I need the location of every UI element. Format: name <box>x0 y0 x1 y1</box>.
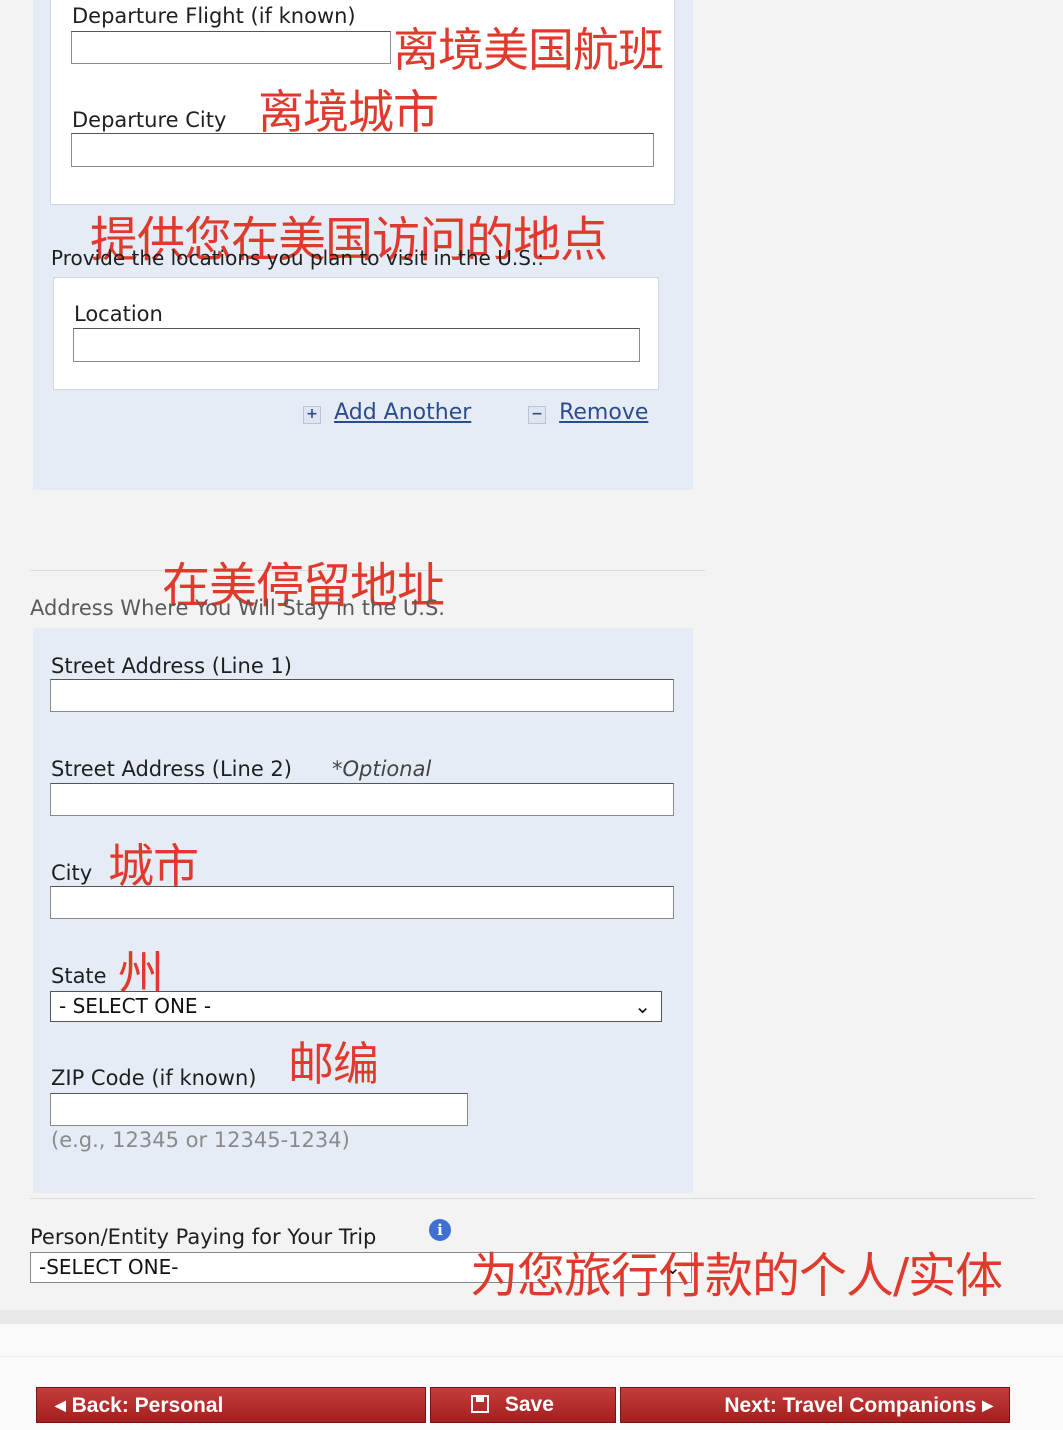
state-label: State <box>51 964 107 988</box>
payer-divider <box>30 1198 1035 1199</box>
payer-label: Person/Entity Paying for Your Trip <box>30 1225 377 1249</box>
location-label: Location <box>74 302 163 326</box>
street1-label: Street Address (Line 1) <box>51 654 292 678</box>
info-icon[interactable]: i <box>429 1219 451 1241</box>
zip-label: ZIP Code (if known) <box>51 1066 257 1090</box>
zip-hint: (e.g., 12345 or 12345-1234) <box>51 1128 350 1152</box>
save-button-label: Save <box>504 1393 554 1416</box>
departure-city-label: Departure City <box>72 108 227 132</box>
street2-label: Street Address (Line 2) <box>51 757 292 781</box>
floppy-disk-icon <box>471 1395 489 1413</box>
departure-flight-input[interactable] <box>71 31 391 64</box>
remove-label: Remove <box>559 400 649 425</box>
payer-cn-annotation: 为您旅行付款的个人/实体 <box>470 1248 1003 1304</box>
minus-icon: − <box>528 405 546 424</box>
state-select-value: - SELECT ONE - <box>59 994 212 1018</box>
street2-input[interactable] <box>50 783 674 816</box>
location-input[interactable] <box>73 328 640 362</box>
departure-city-input[interactable] <box>71 133 654 167</box>
zip-input[interactable] <box>50 1093 468 1126</box>
payer-select-value: -SELECT ONE- <box>39 1255 179 1279</box>
locations-prompt-label: Provide the locations you plan to visit … <box>51 246 544 270</box>
back-button[interactable]: ◀ Back: Personal <box>36 1387 426 1423</box>
chevron-down-icon: ⌄ <box>634 994 651 1018</box>
street2-optional-note: *Optional <box>332 757 432 781</box>
departure-flight-cn-annotation: 离境美国航班 <box>393 23 664 77</box>
address-heading: Address Where You Will Stay in the U.S. <box>30 596 445 620</box>
back-button-label: Back: Personal <box>71 1394 224 1417</box>
next-button[interactable]: Next: Travel Companions ▶ <box>620 1387 1010 1423</box>
state-select[interactable]: - SELECT ONE - ⌄ <box>50 991 662 1022</box>
next-button-label: Next: Travel Companions <box>724 1394 977 1417</box>
city-input[interactable] <box>50 886 674 919</box>
departure-flight-label: Departure Flight (if known) <box>72 4 356 28</box>
add-another-label: Add Another <box>334 400 472 425</box>
remove-link[interactable]: − Remove <box>528 400 648 425</box>
triangle-left-icon: ◀ <box>55 1397 66 1413</box>
add-another-link[interactable]: + Add Another <box>303 400 471 425</box>
street1-input[interactable] <box>50 679 674 712</box>
triangle-right-icon: ▶ <box>982 1397 993 1413</box>
zip-cn-annotation: 邮编 <box>288 1037 379 1091</box>
content-bottom-edge <box>0 1310 1063 1324</box>
city-label: City <box>51 861 93 885</box>
save-button[interactable]: Save <box>430 1387 616 1423</box>
footer-divider <box>0 1356 1063 1357</box>
plus-icon: + <box>303 405 321 424</box>
